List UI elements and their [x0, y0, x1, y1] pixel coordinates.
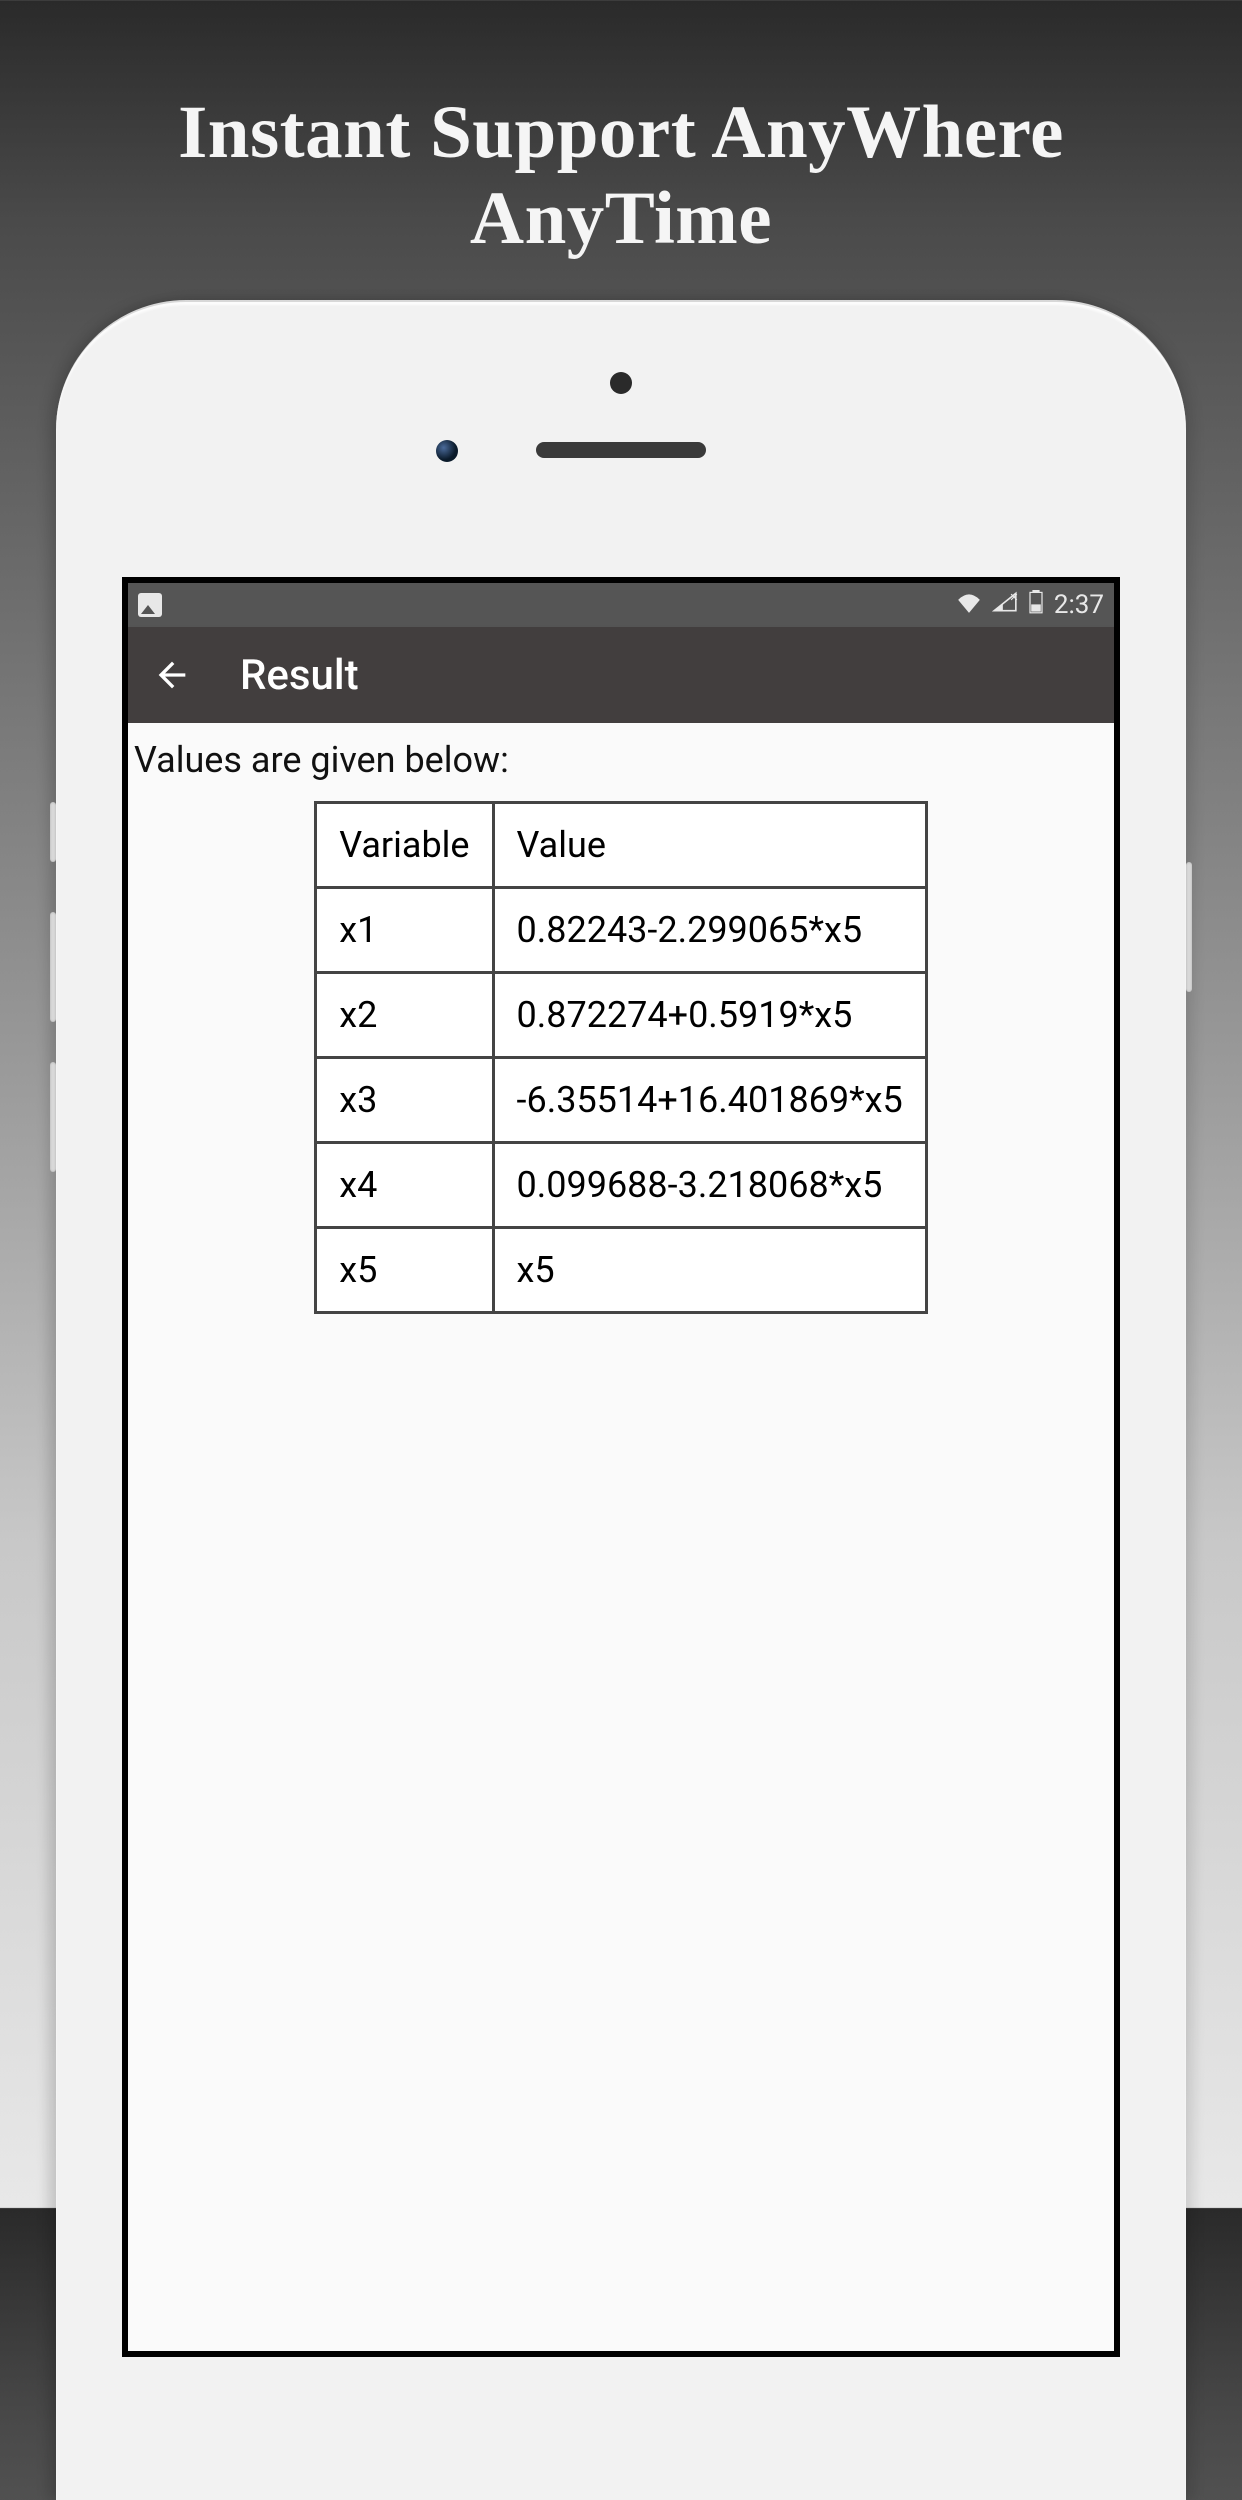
headline-line1: Instant Support AnyWhere — [178, 91, 1064, 174]
mute-switch-icon — [50, 802, 56, 862]
arrow-left-icon — [152, 655, 192, 695]
cell-variable: x4 — [316, 1143, 493, 1228]
cell-variable: x1 — [316, 888, 493, 973]
front-camera-icon — [436, 440, 458, 462]
cell-value: -6.35514+16.401869*x5 — [493, 1058, 926, 1143]
battery-icon — [1028, 590, 1044, 621]
no-signal-icon: ✕ — [992, 590, 1018, 620]
cell-value: 0.82243-2.299065*x5 — [493, 888, 926, 973]
cell-variable: x5 — [316, 1228, 493, 1313]
content-area: Values are given below: Variable Value x… — [128, 723, 1114, 2351]
picture-notification-icon — [138, 593, 162, 617]
header-variable: Variable — [316, 803, 493, 888]
back-button[interactable] — [152, 655, 192, 695]
header-value: Value — [493, 803, 926, 888]
table-row: x5 x5 — [316, 1228, 927, 1313]
device-screen: ✕ 2:37 — [122, 577, 1120, 2357]
cell-value: x5 — [493, 1228, 926, 1313]
page-title: Result — [240, 651, 359, 700]
table-header-row: Variable Value — [316, 803, 927, 888]
status-time: 2:37 — [1054, 590, 1104, 620]
power-button-icon — [1186, 862, 1192, 992]
phone-frame: ✕ 2:37 — [56, 300, 1186, 2500]
svg-text:✕: ✕ — [1009, 591, 1018, 604]
description-text: Values are given below: — [132, 733, 1110, 801]
headline-line2: AnyTime — [470, 177, 772, 260]
wifi-icon — [956, 590, 982, 620]
table-row: x1 0.82243-2.299065*x5 — [316, 888, 927, 973]
results-table: Variable Value x1 0.82243-2.299065*x5 x2 — [314, 801, 928, 1314]
volume-down-icon — [50, 1062, 56, 1172]
cell-value: 0.099688-3.218068*x5 — [493, 1143, 926, 1228]
status-bar: ✕ 2:37 — [128, 583, 1114, 627]
cell-variable: x2 — [316, 973, 493, 1058]
table-row: x2 0.872274+0.5919*x5 — [316, 973, 927, 1058]
table-row: x3 -6.35514+16.401869*x5 — [316, 1058, 927, 1143]
table-row: x4 0.099688-3.218068*x5 — [316, 1143, 927, 1228]
cell-value: 0.872274+0.5919*x5 — [493, 973, 926, 1058]
volume-up-icon — [50, 912, 56, 1022]
cell-variable: x3 — [316, 1058, 493, 1143]
app-bar: Result — [128, 627, 1114, 723]
marketing-headline: Instant Support AnyWhere AnyTime — [0, 90, 1242, 263]
